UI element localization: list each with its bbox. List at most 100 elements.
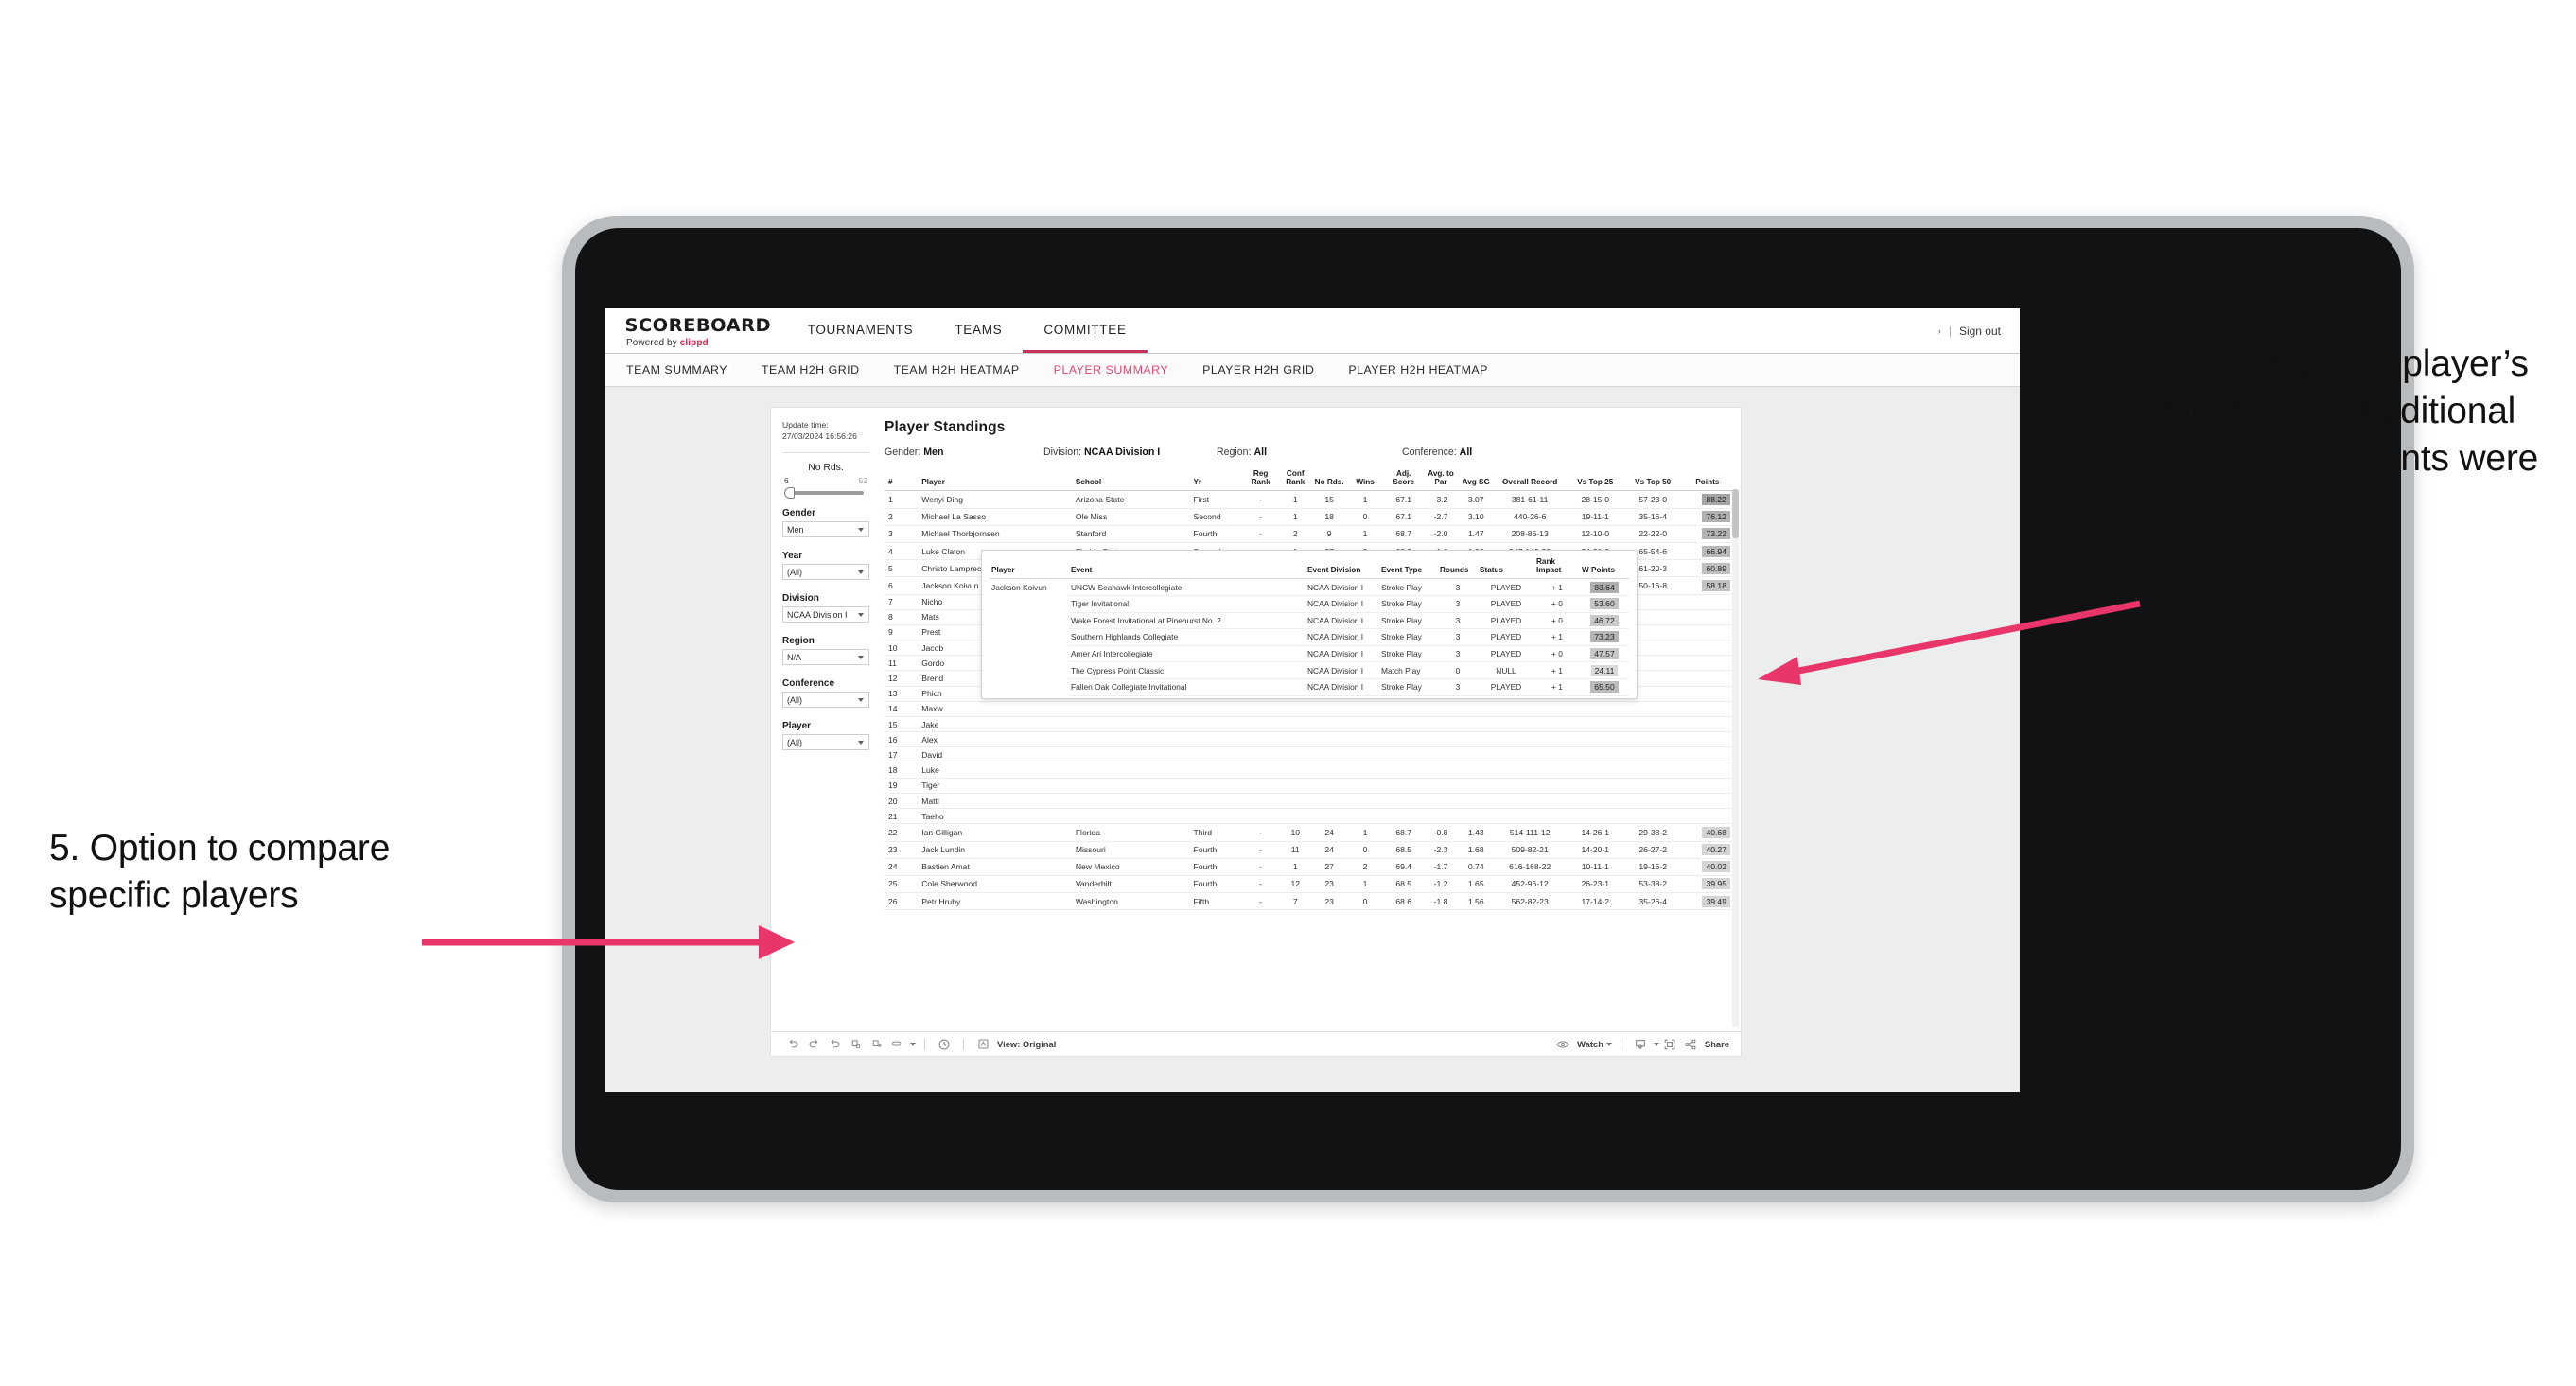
table-row[interactable]: 14 Maxw bbox=[885, 701, 1733, 718]
cell-points[interactable]: 39.49 bbox=[1681, 892, 1733, 911]
pause-auto-update-icon[interactable] bbox=[866, 1036, 886, 1053]
table-row[interactable]: 18 Luke bbox=[885, 763, 1733, 779]
table-row[interactable]: 3 Michael Thorbjornsen Stanford Fourth -2 9 1 6… bbox=[885, 525, 1733, 543]
cell-points[interactable] bbox=[1681, 746, 1733, 763]
cell-points[interactable] bbox=[1681, 716, 1733, 733]
cell-rank: 8 bbox=[885, 609, 919, 625]
subtab-player-h2h-heatmap[interactable]: PLAYER H2H HEATMAP bbox=[1348, 363, 1488, 377]
table-row[interactable]: 22 Ian Gilligan Florida Third -10 24 1 68.7 -0.8… bbox=[885, 823, 1733, 842]
fullscreen-icon[interactable] bbox=[1659, 1036, 1680, 1053]
cell-points[interactable]: 40.68 bbox=[1681, 823, 1733, 842]
col-overall-record[interactable]: Overall Record bbox=[1493, 469, 1567, 492]
revert-icon[interactable] bbox=[824, 1036, 845, 1053]
col-reg-rank[interactable]: Reg Rank bbox=[1243, 469, 1278, 492]
nav-tab-committee[interactable]: COMMITTEE bbox=[1023, 308, 1148, 353]
col-no-rds[interactable]: No Rds. bbox=[1312, 469, 1346, 492]
watch-label[interactable]: Watch bbox=[1577, 1039, 1603, 1049]
col-wins[interactable]: Wins bbox=[1345, 469, 1385, 492]
cell-player: Luke bbox=[918, 763, 1072, 779]
alert-subscribe-icon[interactable] bbox=[886, 1036, 907, 1053]
cell-points[interactable] bbox=[1681, 778, 1733, 794]
subtab-player-summary[interactable]: PLAYER SUMMARY bbox=[1054, 363, 1169, 377]
col-player[interactable]: Player bbox=[918, 469, 1072, 492]
cell-points[interactable]: 73.22 bbox=[1681, 525, 1733, 543]
cell-points[interactable]: 39.95 bbox=[1681, 875, 1733, 894]
tooltip-cell-w-points: 73.23 bbox=[1580, 628, 1629, 646]
col-vs-top-25[interactable]: Vs Top 25 bbox=[1566, 469, 1624, 492]
col-year[interactable]: Yr bbox=[1189, 469, 1244, 492]
col-avg-to-par[interactable]: Avg. to Par bbox=[1423, 469, 1459, 492]
col-adj-score[interactable]: Adj. Score bbox=[1384, 469, 1424, 492]
filter-division-select[interactable]: NCAA Division I bbox=[782, 606, 869, 623]
cell-overall-record: 208-86-13 bbox=[1493, 525, 1567, 543]
cell-points[interactable]: 40.02 bbox=[1681, 858, 1733, 876]
download-icon[interactable] bbox=[1630, 1036, 1651, 1053]
subtab-team-summary[interactable]: TEAM SUMMARY bbox=[626, 363, 727, 377]
redo-icon[interactable] bbox=[803, 1036, 824, 1053]
view-original-label[interactable]: View: Original bbox=[997, 1039, 1056, 1049]
sign-out-link[interactable]: Sign out bbox=[1959, 325, 2001, 338]
table-row[interactable]: 23 Jack Lundin Missouri Fourth -11 24 0 68.5 -2.… bbox=[885, 841, 1733, 859]
col-points[interactable]: Points bbox=[1681, 469, 1733, 492]
share-icon[interactable] bbox=[1680, 1036, 1701, 1053]
cell-points[interactable] bbox=[1681, 731, 1733, 748]
nav-tab-tournaments[interactable]: TOURNAMENTS bbox=[787, 308, 935, 353]
table-row[interactable]: 21 Taeho bbox=[885, 808, 1733, 825]
col-school[interactable]: School bbox=[1071, 469, 1190, 492]
undo-icon[interactable] bbox=[782, 1036, 803, 1053]
table-row[interactable]: 26 Petr Hruby Washington Fifth -7 23 0 68.6 -1.8… bbox=[885, 892, 1733, 911]
table-row[interactable]: 17 David bbox=[885, 746, 1733, 763]
table-row[interactable]: 1 Wenyi Ding Arizona State First -1 15 1 67.1 -3… bbox=[885, 490, 1733, 509]
share-label[interactable]: Share bbox=[1705, 1039, 1729, 1049]
tooltip-cell-event-division: NCAA Division I bbox=[1306, 578, 1379, 596]
chevron-down-icon[interactable] bbox=[1605, 1042, 1612, 1046]
filter-region-select[interactable]: N/A bbox=[782, 649, 869, 666]
cell-points[interactable] bbox=[1681, 793, 1733, 810]
table-row[interactable]: 15 Jake bbox=[885, 716, 1733, 733]
tooltip-cell-event-type: Stroke Play bbox=[1379, 595, 1438, 613]
eye-icon[interactable] bbox=[1552, 1036, 1573, 1053]
table-row[interactable]: 25 Cole Sherwood Vanderbilt Fourth -12 23 1 68.… bbox=[885, 875, 1733, 894]
scrollbar-thumb[interactable] bbox=[1732, 489, 1739, 538]
filter-player-select[interactable]: (All) bbox=[782, 734, 869, 751]
col-rank[interactable]: # bbox=[885, 469, 919, 492]
subtab-team-h2h-heatmap[interactable]: TEAM H2H HEATMAP bbox=[894, 363, 1020, 377]
chevron-down-icon[interactable] bbox=[910, 1042, 916, 1046]
filter-conference-select[interactable]: (All) bbox=[782, 692, 869, 709]
cell-points[interactable] bbox=[1681, 763, 1733, 779]
cell-rank: 3 bbox=[885, 525, 919, 543]
cell-year: Fourth bbox=[1189, 858, 1244, 876]
table-row[interactable]: 24 Bastien Amat New Mexico Fourth -1 27 2 69.4-… bbox=[885, 858, 1733, 876]
refresh-icon[interactable] bbox=[845, 1036, 866, 1053]
table-row[interactable]: 2 Michael La Sasso Ole Miss Second -1 18 0 67.1… bbox=[885, 508, 1733, 526]
nav-tab-teams[interactable]: TEAMS bbox=[934, 308, 1023, 353]
vertical-scrollbar[interactable] bbox=[1732, 489, 1739, 1027]
cell-points[interactable] bbox=[1681, 701, 1733, 718]
pause-refresh-icon[interactable] bbox=[934, 1036, 955, 1053]
table-row[interactable]: 16 Alex bbox=[885, 731, 1733, 748]
cell-points[interactable]: 60.89 bbox=[1681, 559, 1733, 578]
cell-points[interactable]: 66.94 bbox=[1681, 542, 1733, 561]
col-avg-sg[interactable]: Avg SG bbox=[1458, 469, 1494, 492]
table-row[interactable]: 20 Mattl bbox=[885, 793, 1733, 810]
cell-points[interactable]: 88.22 bbox=[1681, 490, 1733, 509]
view-original-icon[interactable] bbox=[973, 1036, 993, 1053]
chevron-right-icon[interactable]: › bbox=[1938, 326, 1941, 336]
cell-points[interactable]: 40.27 bbox=[1681, 841, 1733, 859]
col-vs-top-50[interactable]: Vs Top 50 bbox=[1623, 469, 1682, 492]
filter-year-select[interactable]: (All) bbox=[782, 564, 869, 581]
no-rounds-slider[interactable] bbox=[784, 487, 864, 500]
no-rounds-slider-handle[interactable] bbox=[784, 487, 795, 500]
col-conf-rank[interactable]: Conf Rank bbox=[1277, 469, 1313, 492]
subtab-team-h2h-grid[interactable]: TEAM H2H GRID bbox=[762, 363, 860, 377]
filter-gender-select[interactable]: Men bbox=[782, 521, 869, 538]
app-logo[interactable]: SCOREBOARD Powered by clippd bbox=[605, 308, 787, 353]
cell-points[interactable]: 76.12 bbox=[1681, 508, 1733, 526]
tip-col-event-type: Event Type bbox=[1379, 556, 1438, 580]
cell-year: Fourth bbox=[1189, 875, 1244, 894]
cell-points[interactable] bbox=[1681, 808, 1733, 825]
table-row[interactable]: 19 Tiger bbox=[885, 778, 1733, 794]
subtab-player-h2h-grid[interactable]: PLAYER H2H GRID bbox=[1202, 363, 1314, 377]
filter-divider bbox=[782, 452, 869, 454]
meta-division-value: NCAA Division I bbox=[1084, 447, 1161, 458]
